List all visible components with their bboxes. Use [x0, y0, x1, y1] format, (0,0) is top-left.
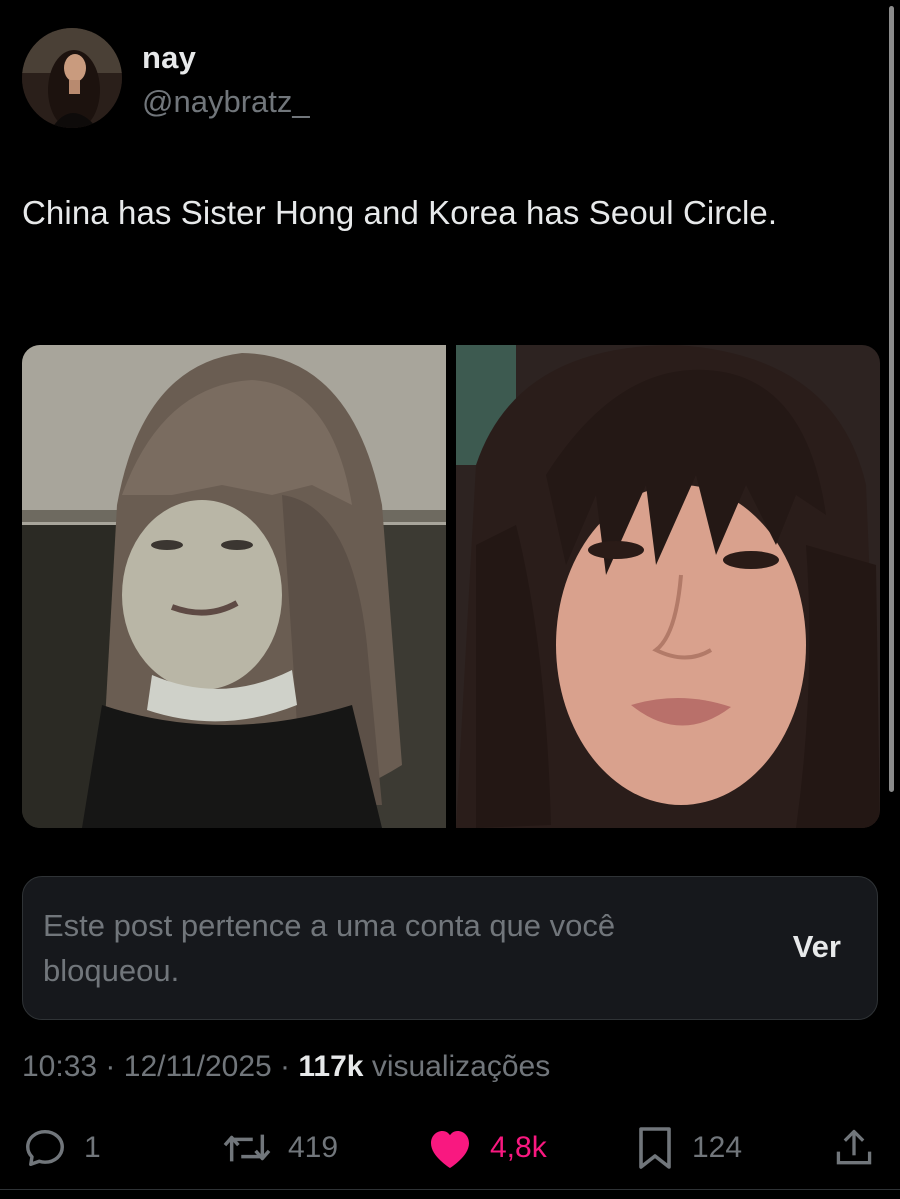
tweet-text: China has Sister Hong and Korea has Seou… [22, 194, 778, 231]
user-handle[interactable]: @naybratz_ [142, 84, 310, 120]
bookmark-icon [639, 1127, 671, 1169]
tweet-time[interactable]: 10:33 [22, 1050, 97, 1083]
avatar-photo [22, 28, 122, 128]
views-label: visualizações [371, 1050, 551, 1083]
heart-icon [431, 1131, 469, 1168]
meta-separator: · [105, 1050, 116, 1083]
scrollbar[interactable] [889, 6, 894, 792]
like-count: 4,8k [490, 1131, 547, 1164]
blocked-notice-text: Este post pertence a uma conta que você … [43, 908, 616, 988]
repost-count: 419 [288, 1131, 339, 1164]
share-upload-icon [836, 1129, 872, 1165]
repost-button[interactable]: 419 [222, 1120, 338, 1176]
tweet-meta: 10:33 · 12/11/2025 · 117k visualizações [22, 1050, 550, 1084]
media-photo-2[interactable] [456, 345, 880, 828]
reply-button[interactable]: 1 [22, 1120, 101, 1176]
speech-bubble-icon [26, 1129, 64, 1167]
like-button[interactable]: 4,8k [426, 1120, 547, 1176]
photo-person-long-hair-bangs [22, 345, 446, 828]
avatar[interactable] [22, 28, 122, 128]
share-button[interactable] [832, 1120, 876, 1176]
media-photo-1[interactable] [22, 345, 446, 828]
view-button[interactable]: Ver [793, 929, 841, 965]
display-name[interactable]: nay [142, 40, 196, 76]
photo-person-dark-hair-bangs [456, 345, 880, 828]
bookmark-button[interactable]: 124 [634, 1120, 742, 1176]
meta-separator: · [280, 1050, 291, 1083]
divider [0, 1189, 900, 1190]
tweet-media [22, 345, 880, 828]
repost-arrows-icon [223, 1134, 271, 1162]
tweet-header: nay @naybratz_ [22, 28, 842, 128]
views-count[interactable]: 117k [298, 1050, 363, 1083]
tweet-date[interactable]: 12/11/2025 [124, 1050, 272, 1083]
reply-count: 1 [84, 1131, 101, 1164]
bookmark-count: 124 [692, 1131, 743, 1164]
blocked-account-notice: Este post pertence a uma conta que você … [22, 876, 878, 1020]
tweet-actions: 1 419 4,8k 124 [22, 1120, 882, 1176]
